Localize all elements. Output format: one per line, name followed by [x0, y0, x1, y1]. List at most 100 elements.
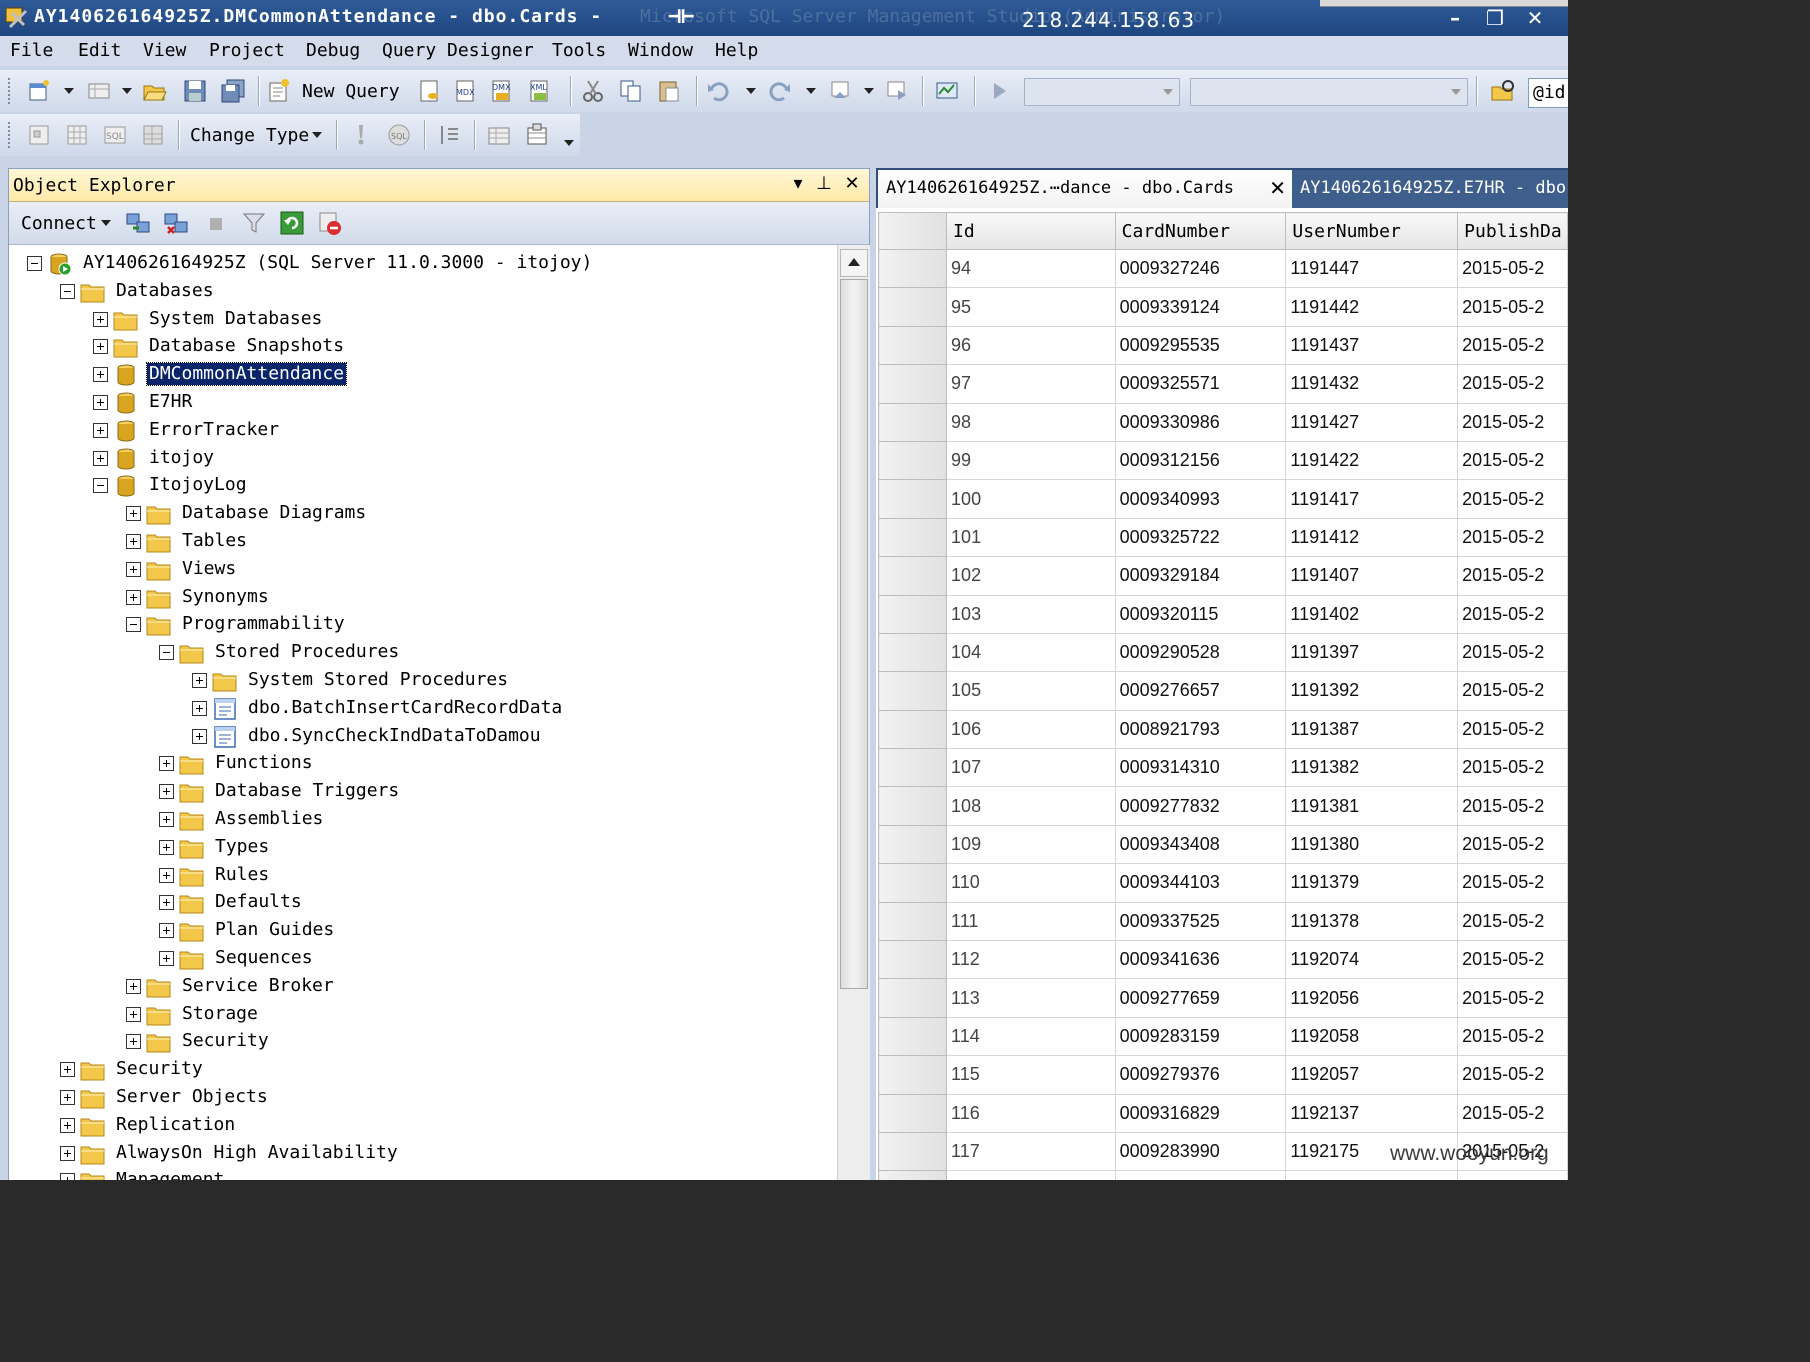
row-selector[interactable] [878, 748, 948, 788]
new-row-marker-icon[interactable]: ✳ [878, 1170, 948, 1180]
cell-id[interactable]: 98 [946, 402, 1116, 442]
verify-sql-icon[interactable]: SQL [386, 122, 412, 148]
grid-row[interactable]: 114 0009283159 1192058 2015-05-2 [878, 1016, 1568, 1057]
new-project-icon[interactable] [26, 78, 52, 104]
menu-query-designer[interactable]: Query Designer [382, 40, 534, 61]
menu-window[interactable]: Window [628, 40, 693, 61]
expand-toggle-icon[interactable] [159, 812, 174, 827]
column-header-id[interactable]: Id [946, 212, 1116, 250]
expand-toggle-icon[interactable] [60, 1173, 75, 1180]
row-selector[interactable] [878, 632, 948, 673]
cell-id[interactable]: 106 [946, 709, 1116, 750]
grid-row[interactable]: 96 0009295535 1191437 2015-05-2 [878, 325, 1568, 366]
show-sql-pane-icon[interactable]: SQL [102, 122, 128, 148]
cell-cardnumber[interactable]: 0009283990 [1114, 1131, 1287, 1172]
cell-usernumber[interactable]: 1192057 [1285, 1055, 1459, 1095]
cell-cardnumber[interactable]: 0009330986 [1114, 402, 1287, 442]
tree-node-label[interactable]: Assemblies [213, 808, 325, 830]
navigate-dropdown[interactable] [864, 88, 874, 94]
expand-toggle-icon[interactable] [192, 700, 207, 716]
cell-id[interactable]: 108 [946, 786, 1116, 826]
cell-usernumber[interactable]: 1191379 [1285, 863, 1459, 903]
cell-publishdate[interactable]: 2015-05-2 [1457, 632, 1568, 673]
tree-node-label[interactable]: DMCommonAttendance [145, 362, 348, 387]
grid-row[interactable]: 99 0009312156 1191422 2015-05-2 [878, 440, 1568, 481]
tab-dbo-cards[interactable]: AY140626164925Z.⋯dance - dbo.Cards ✕ [878, 170, 1294, 208]
expand-toggle-icon[interactable] [159, 951, 174, 966]
cell-cardnumber[interactable]: 0009325722 [1114, 517, 1287, 558]
expand-toggle-icon[interactable] [93, 311, 108, 327]
grid-row[interactable]: 98 0009330986 1191427 2015-05-2 [878, 402, 1568, 442]
column-header-cardnumber[interactable]: CardNumber [1114, 212, 1287, 250]
grid-row[interactable]: 107 0009314310 1191382 2015-05-2 [878, 748, 1568, 788]
cell-cardnumber[interactable]: 0009341636 [1114, 940, 1287, 980]
menu-file[interactable]: File [10, 40, 53, 61]
expand-toggle-icon[interactable] [126, 506, 141, 522]
tree-node-label[interactable]: System Stored Procedures [246, 669, 510, 691]
cell-publishdate[interactable]: 2015-05-2 [1457, 940, 1568, 980]
cell-publishdate[interactable]: 2015-05-2 [1457, 440, 1568, 481]
undo-icon[interactable] [706, 78, 732, 104]
cell-publishdate[interactable]: 2015-05-2 [1457, 978, 1568, 1018]
cell-publishdate[interactable]: 2015-05-2 [1457, 325, 1568, 366]
add-item-dropdown[interactable] [122, 88, 132, 94]
tree-node-label[interactable]: Rules [213, 864, 271, 886]
tree-node-label[interactable]: Functions [213, 752, 315, 774]
tree-node-label[interactable]: Server Objects [114, 1086, 270, 1108]
tree-node-label[interactable]: Service Broker [180, 975, 336, 997]
cell-cardnumber[interactable]: 0009312156 [1114, 440, 1287, 481]
new-query-icon[interactable] [266, 78, 292, 104]
cell-usernumber[interactable]: 1191397 [1285, 632, 1459, 673]
copy-icon[interactable] [618, 78, 644, 104]
cell-cardnumber[interactable]: 0009276657 [1114, 671, 1287, 711]
column-header-publishdate[interactable]: PublishDa [1457, 212, 1568, 250]
collapse-toggle-icon[interactable] [27, 256, 42, 271]
start-debugging-icon[interactable] [986, 78, 1012, 104]
grid-row[interactable]: 100 0009340993 1191417 2015-05-2 [878, 479, 1568, 519]
navigate-forward-icon[interactable] [884, 78, 910, 104]
cell-cardnumber[interactable]: 0009316829 [1114, 1093, 1287, 1133]
cell-publishdate[interactable]: 2015-05-2 [1457, 517, 1568, 558]
cell-usernumber[interactable]: 1191422 [1285, 440, 1459, 481]
menu-edit[interactable]: Edit [78, 40, 121, 61]
row-selector[interactable] [878, 517, 948, 558]
connect-object-explorer-icon[interactable] [125, 210, 151, 236]
grid-new-row[interactable]: ✳NULLNULLNULLNULL [878, 1170, 1568, 1180]
cell-cardnumber[interactable]: 0009325571 [1114, 364, 1287, 404]
expand-toggle-icon[interactable] [126, 978, 141, 994]
collapse-toggle-icon[interactable] [159, 645, 174, 661]
cell-usernumber[interactable]: 1191382 [1285, 748, 1459, 788]
grid-row[interactable]: 94 0009327246 1191447 2015-05-2 [878, 248, 1568, 289]
grid-row[interactable]: 95 0009339124 1191442 2015-05-2 [878, 287, 1568, 327]
save-icon[interactable] [182, 78, 208, 104]
cell-publishdate[interactable]: 2015-05-2 [1457, 748, 1568, 788]
cell-publishdate[interactable]: 2015-05-2 [1457, 901, 1568, 942]
tree-node-label[interactable]: AlwaysOn High Availability [114, 1142, 400, 1164]
cell-usernumber[interactable]: 1191381 [1285, 786, 1459, 826]
tree-node-label[interactable]: Synonyms [180, 586, 271, 608]
tree-node-label[interactable]: itojoy [147, 447, 216, 469]
expand-toggle-icon[interactable] [192, 728, 207, 744]
cell-id[interactable]: 101 [946, 517, 1116, 558]
null-cell[interactable]: NULL [1114, 1170, 1287, 1180]
tree-node-label[interactable]: Stored Procedures [213, 641, 401, 663]
ssms-app-icon[interactable] [4, 5, 30, 31]
redo-icon[interactable] [766, 78, 792, 104]
menu-tools[interactable]: Tools [552, 40, 606, 61]
tree-node-label[interactable]: Plan Guides [213, 919, 336, 941]
cell-cardnumber[interactable]: 0009337525 [1114, 901, 1287, 942]
cell-publishdate[interactable]: 2015-05-2 [1457, 786, 1568, 826]
param-input[interactable]: @id [1528, 78, 1568, 108]
row-selector[interactable] [878, 479, 948, 519]
cell-cardnumber[interactable]: 0009339124 [1114, 287, 1287, 327]
null-cell[interactable]: NULL [1457, 1170, 1568, 1180]
cell-id[interactable]: 115 [946, 1055, 1116, 1095]
expand-toggle-icon[interactable] [126, 1034, 141, 1050]
expand-toggle-icon[interactable] [192, 673, 207, 688]
menu-help[interactable]: Help [715, 40, 758, 61]
tree-node-label[interactable]: System Databases [147, 308, 324, 330]
connect-button[interactable]: Connect [21, 213, 97, 234]
cell-cardnumber[interactable]: 0009314310 [1114, 748, 1287, 788]
row-selector[interactable] [878, 671, 948, 711]
redo-dropdown[interactable] [806, 88, 816, 94]
